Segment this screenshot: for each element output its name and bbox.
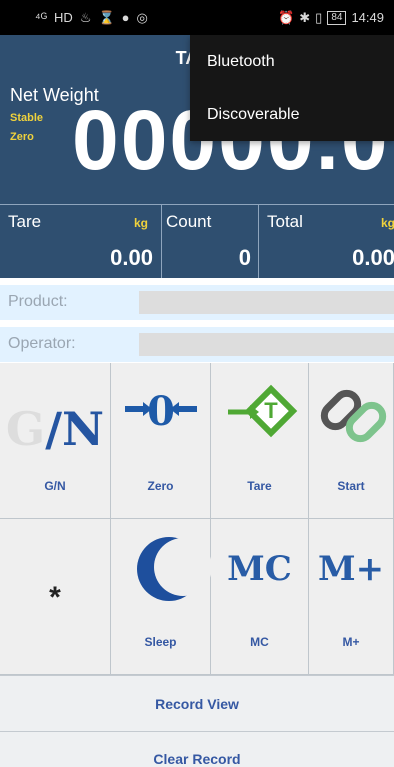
mplus-label: M+ <box>342 635 360 649</box>
stable-indicator: Stable <box>10 112 44 124</box>
total-unit: kg <box>380 216 394 230</box>
mc-icon: MC <box>227 549 292 589</box>
total-value: 0.00 <box>352 245 394 270</box>
product-label: Product: <box>8 293 68 310</box>
svg-text:T: T <box>264 398 278 423</box>
tare-label: Tare <box>8 212 42 231</box>
tare-diamond-icon: T <box>228 384 298 438</box>
moon-icon <box>137 537 212 601</box>
status-icons-left: ⁴ᴳ HD ♨ ⌛ ● ◎ <box>35 10 148 26</box>
count-label: Count <box>166 212 212 231</box>
alarm-icon: ⏰ <box>278 9 295 25</box>
weight-summary: Tare kg 0.00 Count 0 Total kg 0.00 <box>0 204 394 278</box>
count-value: 0 <box>238 245 251 270</box>
zero-indicator: Zero <box>10 131 34 143</box>
tare-value: 0.00 <box>110 245 153 270</box>
total-summary: Total kg 0.00 <box>258 205 394 278</box>
gn-button[interactable]: G/N G/N <box>0 363 111 519</box>
menu-item-label: Bluetooth <box>207 52 275 70</box>
product-row[interactable]: Product: <box>0 285 394 320</box>
mc-label: MC <box>250 635 269 649</box>
operator-label: Operator: <box>8 335 76 352</box>
tare-unit: kg <box>133 216 148 230</box>
start-label: Start <box>337 479 365 493</box>
gn-label: G/N <box>44 479 66 493</box>
operator-row[interactable]: Operator: <box>0 327 394 362</box>
bluetooth-icon: ✱ <box>299 9 311 25</box>
status-icons-right: ⏰ ✱ ▯ 84 14:49 <box>278 10 384 26</box>
star-label: * <box>49 581 61 614</box>
gross-net-icon: G/N <box>5 402 105 456</box>
message-icon: ● <box>121 10 130 25</box>
mc-button[interactable]: MC MC <box>211 519 309 675</box>
clear-record-button[interactable]: Clear Record <box>0 731 394 767</box>
start-button[interactable]: Start <box>309 363 394 519</box>
operator-field[interactable] <box>139 333 394 356</box>
timer-icon: ⌛ <box>98 9 115 25</box>
menu-item-label: Discoverable <box>207 105 300 123</box>
m-plus-icon: M+ <box>317 549 385 589</box>
overflow-menu[interactable]: Bluetooth Discoverable <box>190 35 394 141</box>
status-bar: ⁴ᴳ HD ♨ ⌛ ● ◎ ⏰ ✱ ▯ 84 14:49 <box>0 0 394 35</box>
total-label: Total <box>267 212 303 231</box>
clear-record-label: Clear Record <box>153 751 241 767</box>
menu-item-discoverable[interactable]: Discoverable <box>190 88 394 141</box>
menu-item-bluetooth[interactable]: Bluetooth <box>190 35 394 88</box>
zero-label: Zero <box>147 479 174 493</box>
sync-icon: ◎ <box>136 9 148 25</box>
tare-summary: Tare kg 0.00 <box>0 205 161 278</box>
zero-arrows-icon: 0 <box>125 388 197 435</box>
link-icon <box>320 389 387 443</box>
sleep-label: Sleep <box>144 635 177 649</box>
vibrate-icon: ▯ <box>315 9 323 25</box>
sleep-button[interactable]: Sleep <box>111 519 212 675</box>
signal-icon: ⁴ᴳ <box>35 10 48 25</box>
record-view-button[interactable]: Record View <box>0 675 394 731</box>
svg-text:0: 0 <box>147 388 175 435</box>
hd-icon: HD <box>54 10 73 25</box>
record-view-label: Record View <box>155 695 239 712</box>
star-button[interactable]: * <box>0 519 111 675</box>
tare-button-label: Tare <box>247 479 272 493</box>
clock-text: 14:49 <box>351 10 384 25</box>
tare-button[interactable]: T Tare <box>211 363 309 519</box>
count-summary: Count 0 <box>161 205 259 278</box>
app-icon: ♨ <box>79 9 92 25</box>
zero-button[interactable]: 0 Zero <box>111 363 211 519</box>
mplus-button[interactable]: M+ M+ <box>309 519 394 675</box>
battery-icon: 84 <box>327 10 347 25</box>
product-field[interactable] <box>139 291 394 314</box>
